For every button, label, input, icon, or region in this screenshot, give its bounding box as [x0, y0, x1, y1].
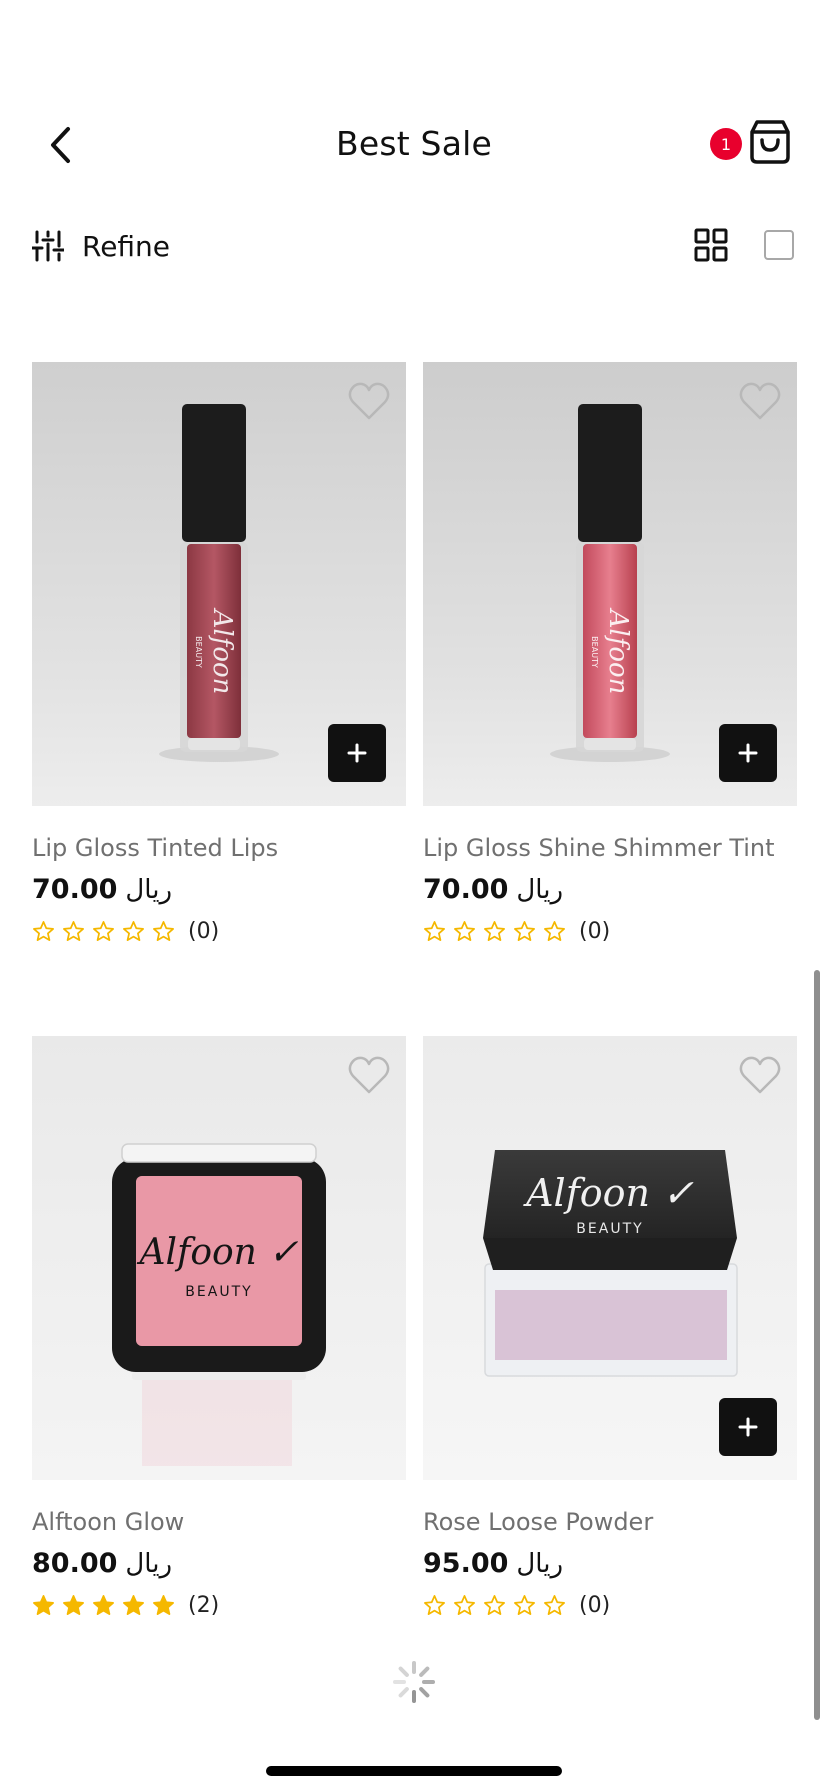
sliders-icon [32, 230, 64, 262]
product-price: 95.00 ريال [423, 1548, 797, 1579]
currency-label: ريال [516, 1549, 564, 1579]
product-price: 80.00 ريال [32, 1548, 406, 1579]
cart-button[interactable]: 1 [710, 118, 792, 168]
shopping-bag-icon [750, 120, 790, 164]
star-rating [32, 1594, 175, 1617]
product-rating: (2) [32, 1593, 406, 1618]
add-to-cart-button[interactable] [719, 1398, 777, 1456]
add-to-cart-button[interactable] [719, 724, 777, 782]
product-image[interactable]: Alfoon BEAUTY [423, 362, 797, 806]
star-outline-icon [454, 921, 475, 941]
review-count: (0) [579, 919, 611, 944]
product-rating: (0) [423, 919, 797, 944]
chevron-left-icon [51, 127, 70, 163]
product-card[interactable]: Alfoon ✓ BEAUTY Rose Loose Powder 95.00 … [423, 1036, 797, 1618]
plus-icon [738, 1417, 758, 1437]
star-outline-icon [484, 921, 505, 941]
star-rating [32, 920, 175, 943]
wishlist-button[interactable] [348, 382, 390, 422]
currency-label: ريال [516, 875, 564, 905]
product-card[interactable]: Alfoon BEAUTY Lip Gloss Tinted Lips 70.0… [32, 362, 406, 944]
price-value: 70.00 [423, 874, 509, 905]
svg-text:Alfoon: Alfoon [603, 608, 633, 695]
add-to-cart-button[interactable] [328, 724, 386, 782]
wishlist-button[interactable] [348, 1056, 390, 1096]
svg-text:Alfoon: Alfoon [207, 608, 237, 695]
blush-compact-image: Alfoon ✓ BEAUTY [32, 1036, 406, 1480]
star-outline-icon [93, 921, 114, 941]
svg-text:BEAUTY: BEAUTY [185, 1284, 252, 1300]
refine-button[interactable]: Refine [32, 226, 170, 266]
star-outline-icon [424, 921, 445, 941]
grid-view-icon [694, 228, 728, 262]
star-filled-icon [123, 1595, 144, 1615]
back-button[interactable] [40, 120, 80, 170]
price-value: 70.00 [32, 874, 118, 905]
price-value: 80.00 [32, 1548, 118, 1579]
heart-icon [348, 1056, 390, 1094]
star-outline-icon [424, 1595, 445, 1615]
svg-text:BEAUTY: BEAUTY [590, 636, 599, 668]
star-outline-icon [33, 921, 54, 941]
single-view-button[interactable] [764, 230, 794, 260]
price-value: 95.00 [423, 1548, 509, 1579]
star-filled-icon [153, 1595, 174, 1615]
home-indicator[interactable] [266, 1766, 562, 1776]
heart-icon [348, 382, 390, 420]
product-rating: (0) [423, 1593, 797, 1618]
heart-icon [739, 1056, 781, 1094]
star-filled-icon [33, 1595, 54, 1615]
star-outline-icon [454, 1595, 475, 1615]
plus-icon [347, 743, 367, 763]
wishlist-button[interactable] [739, 382, 781, 422]
product-name[interactable]: Lip Gloss Tinted Lips [32, 834, 406, 862]
product-price: 70.00 ريال [32, 874, 406, 905]
product-rating: (0) [32, 919, 406, 944]
refine-label: Refine [82, 229, 171, 263]
toolbar: Refine [0, 220, 828, 272]
star-outline-icon [123, 921, 144, 941]
svg-text:Alfoon ✓: Alfoon ✓ [137, 1232, 299, 1273]
star-outline-icon [514, 1595, 535, 1615]
plus-icon [738, 743, 758, 763]
star-filled-icon [63, 1595, 84, 1615]
product-image[interactable]: Alfoon BEAUTY [32, 362, 406, 806]
star-outline-icon [153, 921, 174, 941]
review-count: (0) [579, 1593, 611, 1618]
star-outline-icon [544, 921, 565, 941]
star-rating [423, 920, 566, 943]
star-filled-icon [93, 1595, 114, 1615]
scrollbar[interactable] [814, 970, 820, 1720]
heart-icon [739, 382, 781, 420]
product-price: 70.00 ريال [423, 874, 797, 905]
star-rating [423, 1594, 566, 1617]
star-outline-icon [63, 921, 84, 941]
page-title: Best Sale [335, 124, 492, 163]
header: Best Sale 1 [0, 96, 828, 194]
svg-text:Alfoon ✓: Alfoon ✓ [523, 1171, 694, 1215]
wishlist-button[interactable] [739, 1056, 781, 1096]
cart-count-badge: 1 [710, 128, 742, 160]
review-count: (2) [188, 1593, 220, 1618]
currency-label: ريال [125, 1549, 173, 1579]
star-outline-icon [484, 1595, 505, 1615]
product-card[interactable]: Alfoon ✓ BEAUTY Alftoon Glow 80.00 ريال … [32, 1036, 406, 1618]
grid-view-button[interactable] [694, 228, 728, 262]
currency-label: ريال [125, 875, 173, 905]
product-image[interactable]: Alfoon ✓ BEAUTY [423, 1036, 797, 1480]
star-outline-icon [544, 1595, 565, 1615]
product-name[interactable]: Lip Gloss Shine Shimmer Tint [423, 834, 797, 862]
product-name[interactable]: Rose Loose Powder [423, 1508, 797, 1536]
product-name[interactable]: Alftoon Glow [32, 1508, 406, 1536]
review-count: (0) [188, 919, 220, 944]
product-card[interactable]: Alfoon BEAUTY Lip Gloss Shine Shimmer Ti… [423, 362, 797, 944]
star-outline-icon [514, 921, 535, 941]
svg-text:BEAUTY: BEAUTY [576, 1221, 643, 1237]
svg-text:BEAUTY: BEAUTY [194, 636, 203, 668]
product-image[interactable]: Alfoon ✓ BEAUTY [32, 1036, 406, 1480]
loading-spinner-icon [393, 1661, 435, 1703]
